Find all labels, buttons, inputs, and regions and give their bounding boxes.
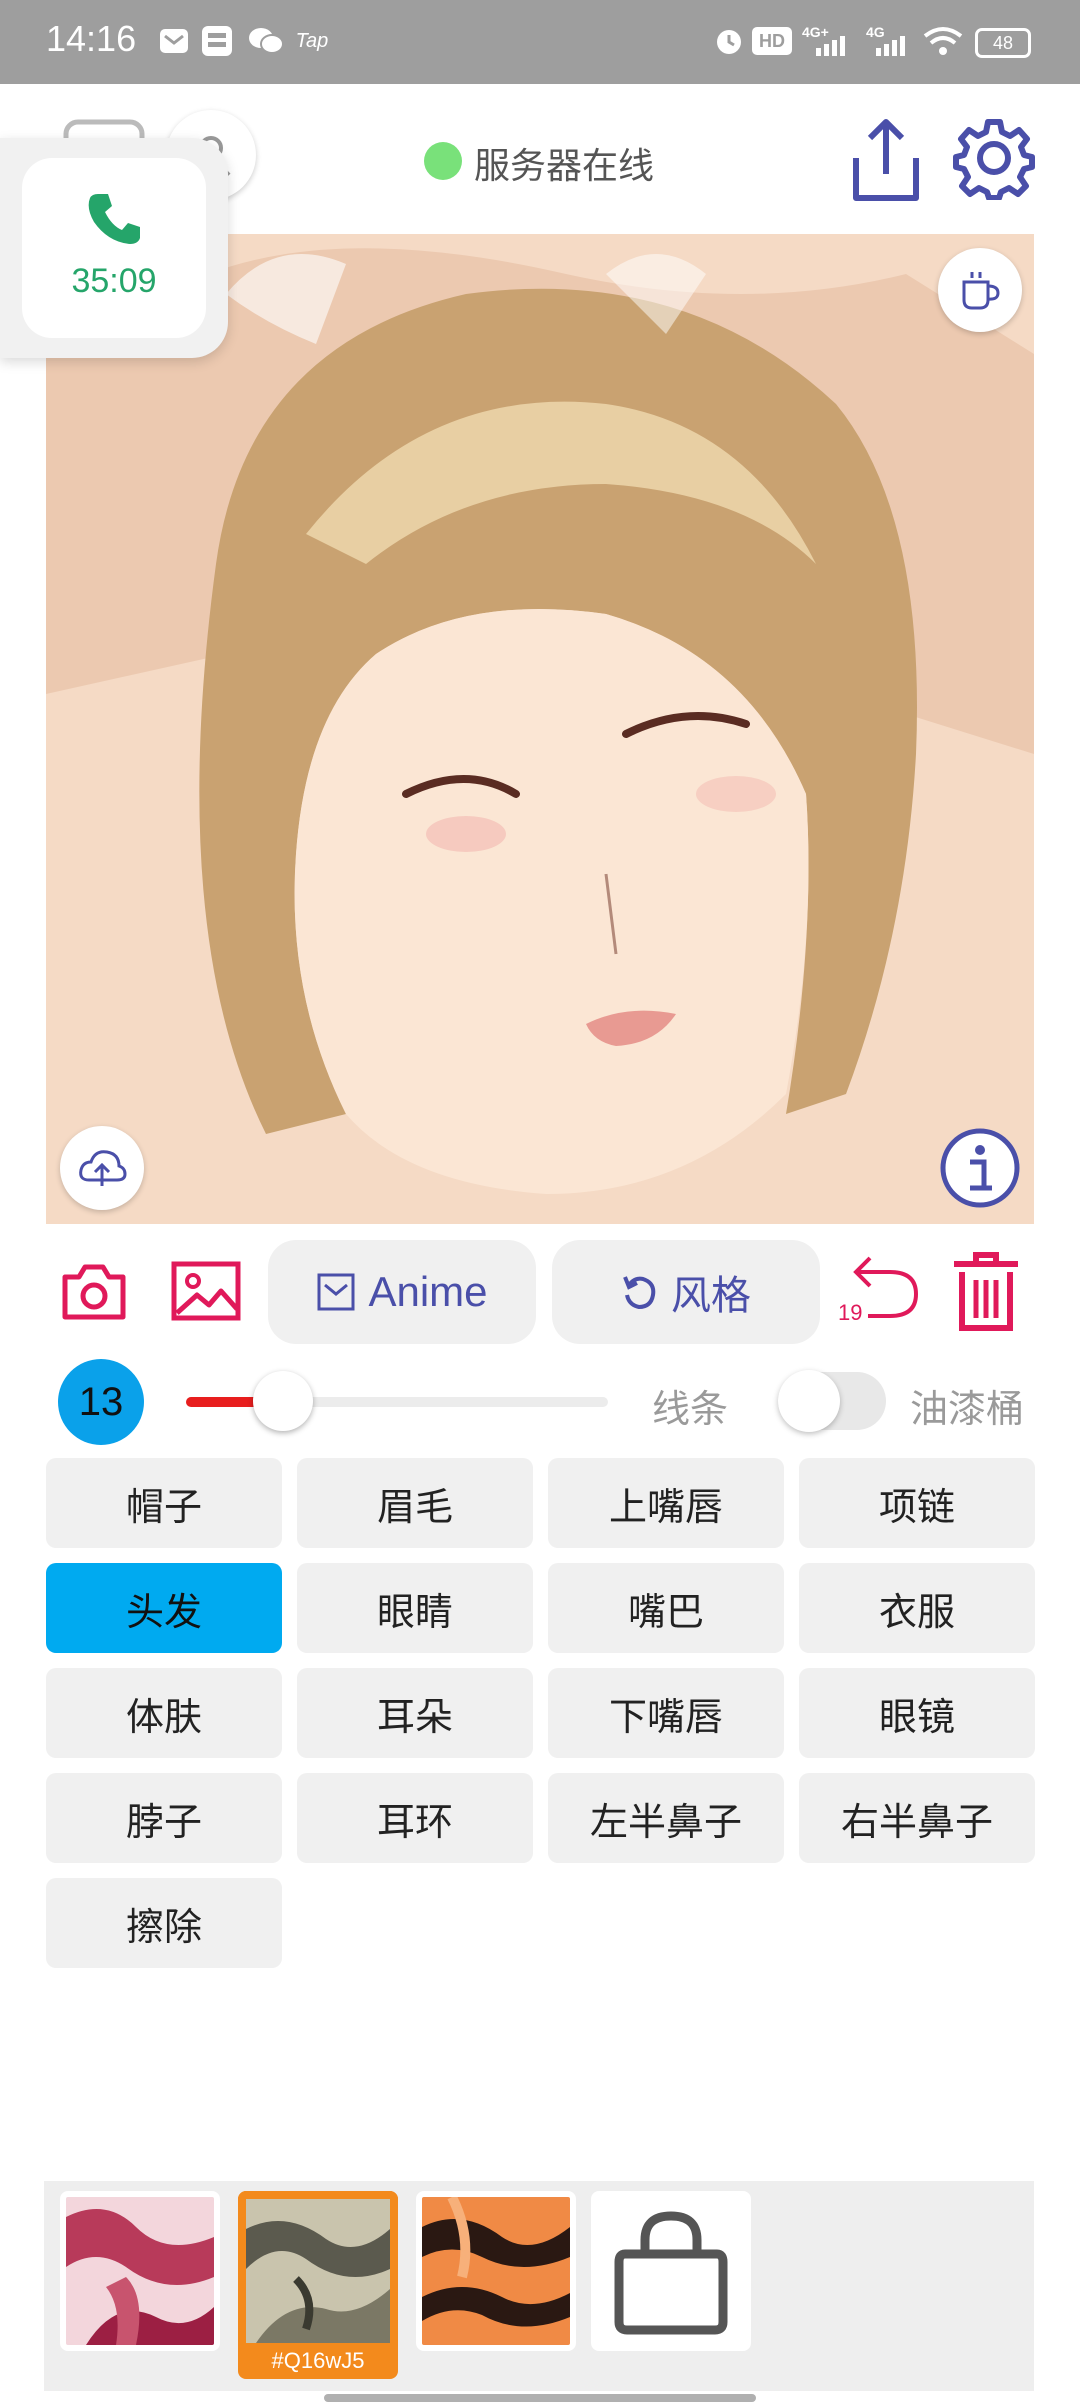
- gear-icon: [953, 119, 1035, 201]
- taptap-icon: Tap: [295, 29, 329, 52]
- wifi-icon: [922, 24, 964, 58]
- bucket-label: 油漆桶: [910, 1387, 1025, 1431]
- server-status-dot: [424, 142, 462, 180]
- segment-label-chip[interactable]: 下嘴唇: [548, 1668, 784, 1758]
- hd-icon: HD: [752, 27, 792, 55]
- call-timer: 35:09: [71, 262, 157, 300]
- mail-icon: [158, 24, 190, 58]
- shopping-bag-icon: [614, 2211, 728, 2335]
- segment-label-chip[interactable]: 擦除: [46, 1878, 282, 1968]
- battery-icon: 48: [975, 28, 1031, 58]
- mail-frame-icon: [317, 1273, 355, 1311]
- segment-label-chip[interactable]: 嘴巴: [548, 1563, 784, 1653]
- call-overlay[interactable]: 35:09: [0, 138, 228, 358]
- style-button-label: 风格: [671, 1273, 751, 1319]
- palette-swatch[interactable]: [60, 2191, 220, 2351]
- wechat-icon: [246, 24, 286, 58]
- call-card[interactable]: 35:09: [22, 158, 206, 338]
- palette-swatch-selected[interactable]: [238, 2191, 398, 2351]
- anime-button-label: Anime: [368, 1268, 488, 1315]
- segment-label-chip[interactable]: 眼睛: [297, 1563, 533, 1653]
- segment-label-chip[interactable]: 脖子: [46, 1773, 282, 1863]
- segment-label-chip[interactable]: 左半鼻子: [548, 1773, 784, 1863]
- segment-label-chip[interactable]: 帽子: [46, 1458, 282, 1548]
- info-icon: [940, 1128, 1020, 1208]
- signal-4g-icon: 4G: [862, 24, 912, 58]
- brush-size-slider-thumb[interactable]: [253, 1371, 314, 1431]
- canvas-image[interactable]: [46, 234, 1034, 1224]
- camera-button[interactable]: [58, 1255, 130, 1327]
- style-button[interactable]: 风格: [552, 1240, 820, 1344]
- camera-icon: [62, 1264, 126, 1320]
- bucket-toggle-knob[interactable]: [778, 1370, 840, 1432]
- upload-button[interactable]: [60, 1126, 144, 1210]
- svg-text:4G: 4G: [866, 24, 885, 40]
- share-button[interactable]: [848, 118, 924, 204]
- selected-swatch-code: #Q16wJ5: [271, 2348, 365, 2373]
- zhihu-app-icon: [200, 24, 234, 58]
- segment-label-chip[interactable]: 耳环: [297, 1773, 533, 1863]
- segment-label-chip[interactable]: 耳朵: [297, 1668, 533, 1758]
- home-indicator[interactable]: [324, 2394, 756, 2402]
- segment-label-chip[interactable]: 衣服: [799, 1563, 1035, 1653]
- server-status-text: 服务器在线: [474, 146, 655, 187]
- shop-button[interactable]: [591, 2191, 751, 2351]
- gallery-button[interactable]: [170, 1255, 242, 1327]
- segment-label-chip[interactable]: 眼镜: [799, 1668, 1035, 1758]
- undo-count: 19: [838, 1300, 863, 1325]
- anime-button[interactable]: Anime: [268, 1240, 536, 1344]
- segment-label-chip[interactable]: 上嘴唇: [548, 1458, 784, 1548]
- trash-icon: [954, 1252, 1018, 1331]
- info-button[interactable]: [938, 1126, 1022, 1210]
- share-icon: [853, 119, 919, 201]
- cloud-upload-icon: [79, 1150, 127, 1186]
- image-icon: [171, 1261, 241, 1321]
- segment-label-chip[interactable]: 右半鼻子: [799, 1773, 1035, 1863]
- settings-button[interactable]: [952, 116, 1036, 201]
- coffee-cup-icon: [962, 272, 1000, 310]
- delete-button[interactable]: [950, 1250, 1022, 1332]
- segment-label-chip[interactable]: 头发: [46, 1563, 282, 1653]
- phone-icon: [88, 194, 140, 244]
- rotate-icon: [623, 1276, 656, 1310]
- segment-label-chip[interactable]: 眉毛: [297, 1458, 533, 1548]
- coffee-button[interactable]: [938, 248, 1022, 332]
- line-mode-label[interactable]: 线条: [652, 1378, 728, 1433]
- palette-swatch[interactable]: [416, 2191, 576, 2351]
- segment-label-chip[interactable]: 项链: [799, 1458, 1035, 1548]
- bucket-toggle[interactable]: [778, 1370, 886, 1432]
- alarm-icon: [712, 24, 746, 58]
- signal-4g-plus-icon: 4G+: [800, 24, 854, 58]
- segment-label-chip[interactable]: 体肤: [46, 1668, 282, 1758]
- status-bar: 14:16 Tap HD 4G+ 4G 48: [0, 0, 1080, 84]
- svg-text:4G+: 4G+: [802, 24, 829, 40]
- brush-size-badge: 13: [58, 1359, 144, 1445]
- status-time: 14:16: [46, 18, 137, 59]
